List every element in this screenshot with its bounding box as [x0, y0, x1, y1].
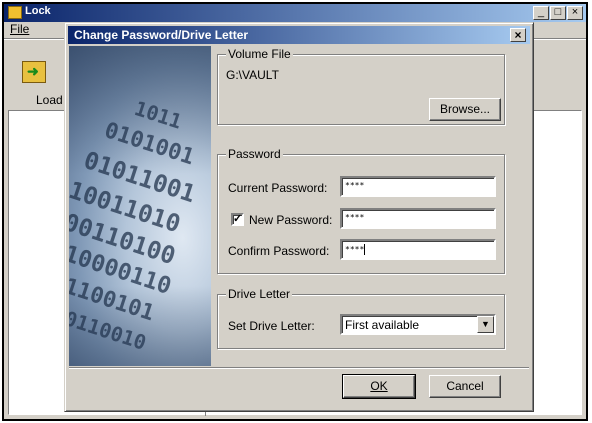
browse-button-label: Browse...: [439, 102, 490, 116]
maximize-icon[interactable]: □: [550, 6, 566, 20]
new-password-checkbox[interactable]: ✓: [231, 213, 244, 226]
text-caret: [364, 244, 366, 255]
confirm-password-label: Confirm Password:: [228, 244, 330, 258]
cancel-button[interactable]: Cancel: [429, 375, 501, 398]
new-password-field[interactable]: ****: [340, 208, 496, 229]
volume-file-group-label: Volume File: [226, 47, 293, 61]
ok-button-label: OK: [370, 379, 388, 393]
dialog-titlebar[interactable]: Change Password/Drive Letter ×: [68, 26, 530, 44]
menu-file[interactable]: File: [10, 22, 29, 36]
current-password-label: Current Password:: [228, 181, 328, 195]
current-password-value: ****: [345, 181, 365, 190]
dialog-title: Change Password/Drive Letter: [74, 28, 249, 42]
password-group-label: Password: [226, 147, 283, 161]
main-window-titlebar[interactable]: [4, 4, 586, 22]
current-password-field[interactable]: ****: [340, 176, 496, 197]
drive-letter-selected-value: First available: [345, 318, 420, 332]
menu-file-label: File: [10, 22, 30, 36]
main-window-title: Lock: [25, 5, 51, 17]
change-password-dialog: Change Password/Drive Letter × 1011 0101…: [64, 22, 534, 412]
confirm-password-field[interactable]: ****: [340, 239, 496, 260]
set-drive-letter-label: Set Drive Letter:: [228, 319, 315, 333]
cancel-button-label: Cancel: [446, 379, 484, 393]
dialog-footer-separator: [69, 367, 529, 369]
new-password-label: New Password:: [249, 213, 333, 227]
minimize-icon[interactable]: _: [533, 6, 549, 20]
dropdown-arrow-icon[interactable]: ▼: [477, 316, 494, 333]
confirm-password-value: ****: [345, 245, 365, 254]
load-arrow-icon: ➜: [27, 63, 39, 79]
app-icon: [8, 6, 22, 19]
drive-letter-select[interactable]: First available ▼: [340, 314, 496, 335]
binary-banner-image: 1011 0101001 01011001 10011010 00110100 …: [69, 46, 211, 366]
close-icon[interactable]: ×: [567, 6, 583, 20]
dialog-close-icon[interactable]: ×: [510, 28, 526, 42]
new-password-value: ****: [345, 213, 365, 222]
load-button-label[interactable]: Load: [36, 93, 63, 107]
ok-button[interactable]: OK: [342, 374, 416, 399]
volume-file-path: G:\VAULT: [226, 68, 279, 82]
drive-letter-group-label: Drive Letter: [226, 287, 293, 301]
browse-button[interactable]: Browse...: [429, 98, 501, 121]
